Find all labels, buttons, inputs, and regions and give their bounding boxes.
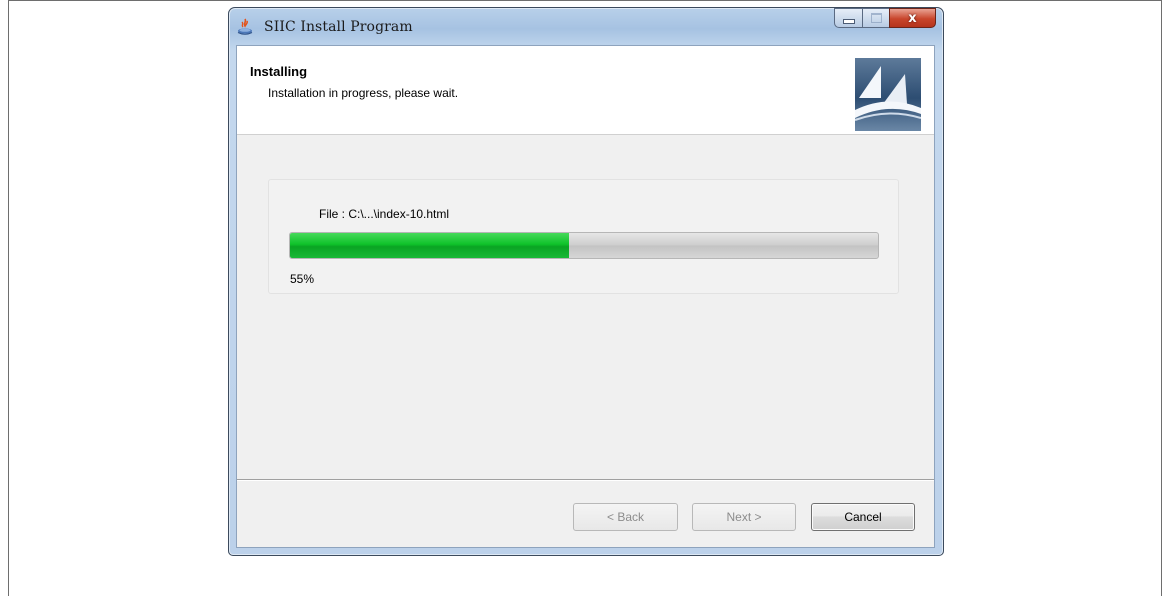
next-button[interactable]: Next >: [692, 503, 796, 531]
dialog-client-area: Installing Installation in progress, ple…: [236, 45, 935, 548]
java-installer-icon: [237, 18, 253, 35]
installer-window: SIIC Install Program x Installing Instal…: [228, 7, 944, 556]
progress-percent: 55%: [290, 272, 315, 286]
minimize-button[interactable]: [834, 8, 862, 28]
maximize-icon: [870, 13, 882, 23]
sail-logo-icon: [855, 58, 921, 131]
progress-bar-fill: [290, 233, 570, 258]
current-file-label: File : C:\...\index-10.html: [319, 207, 450, 221]
cancel-button[interactable]: Cancel: [811, 503, 915, 531]
close-icon: x: [908, 10, 917, 26]
caption-buttons: x: [834, 8, 936, 30]
title-bar[interactable]: SIIC Install Program x: [228, 7, 944, 45]
back-button[interactable]: < Back: [573, 503, 678, 531]
step-subtitle: Installation in progress, please wait.: [268, 86, 459, 100]
header-panel: Installing Installation in progress, ple…: [237, 46, 934, 135]
minimize-icon: [842, 18, 855, 24]
step-title: Installing: [250, 64, 308, 79]
maximize-button[interactable]: [862, 8, 889, 28]
close-button[interactable]: x: [889, 8, 936, 28]
footer-separator: [237, 479, 934, 481]
window-title: SIIC Install Program: [264, 19, 413, 35]
progress-bar: [289, 232, 879, 259]
